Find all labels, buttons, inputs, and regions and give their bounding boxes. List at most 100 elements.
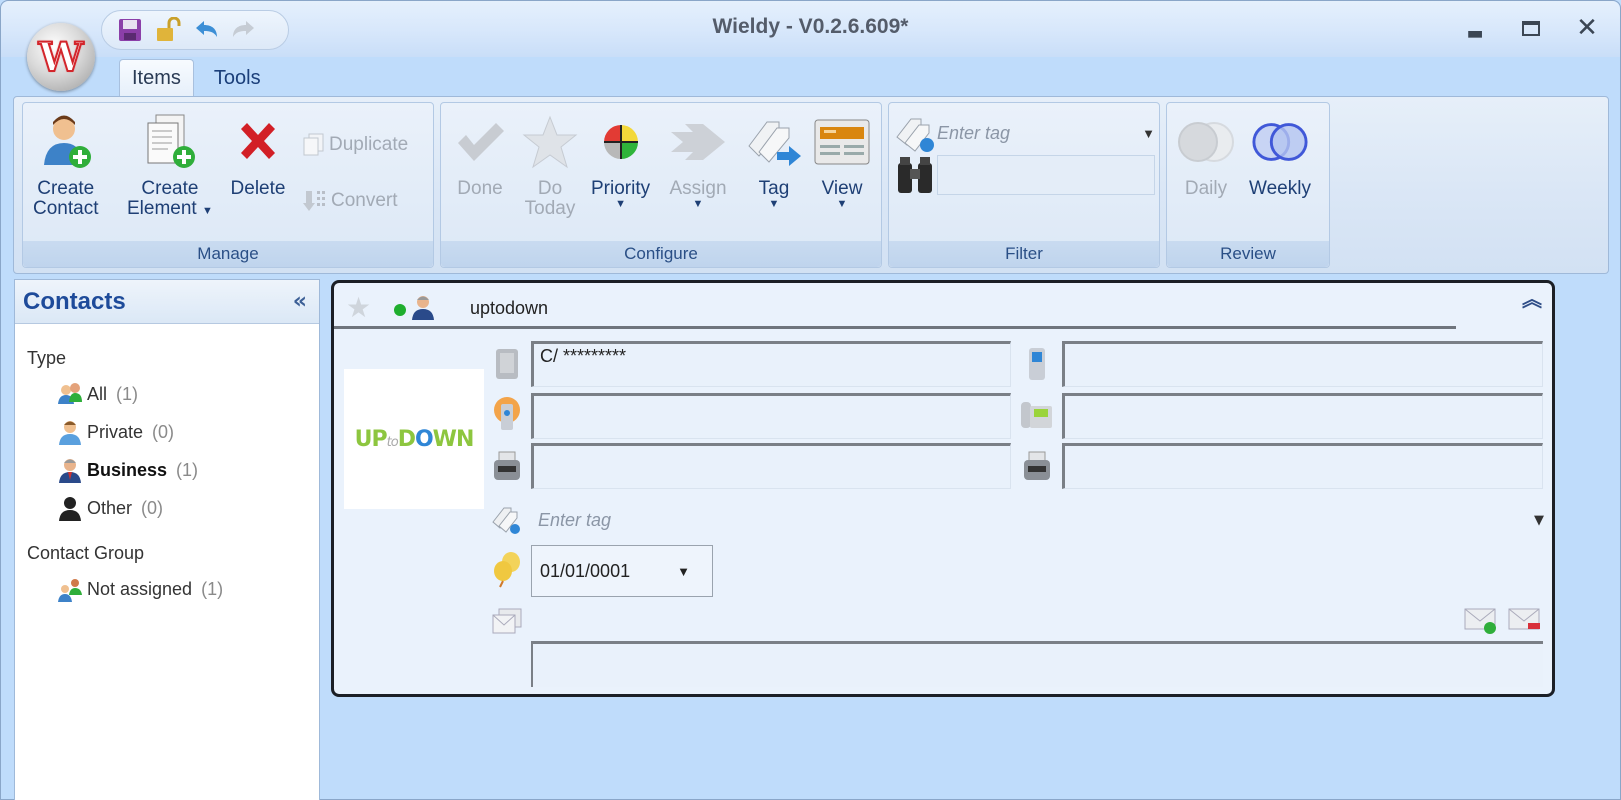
sidebar-item-all[interactable]: All (1) bbox=[57, 375, 319, 413]
tab-items[interactable]: Items bbox=[119, 59, 194, 97]
delete-x-icon bbox=[229, 113, 287, 171]
delete-button[interactable]: Delete bbox=[229, 113, 287, 199]
ribbon-group-configure: Done Do Today Priority ▼ Assign ▼ Tag ▼ … bbox=[440, 102, 882, 268]
tag-button[interactable]: Tag ▼ bbox=[745, 113, 803, 210]
wieldy-orb-icon: W bbox=[38, 33, 85, 82]
weekly-review-button[interactable]: Weekly bbox=[1249, 113, 1311, 199]
sidebar-item-not-assigned[interactable]: Not assigned (1) bbox=[57, 570, 319, 608]
sidebar-item-other[interactable]: Other (0) bbox=[57, 489, 319, 527]
web-field[interactable] bbox=[531, 393, 1011, 439]
app-window: Wieldy - V0.2.6.609* ▬ ✕ W Items Tools C… bbox=[0, 0, 1621, 800]
minimize-icon: ▬ bbox=[1466, 22, 1484, 44]
weekly-circles-icon bbox=[1251, 113, 1309, 171]
group-label-filter: Filter bbox=[889, 241, 1159, 267]
duplicate-button[interactable]: Duplicate bbox=[303, 133, 408, 157]
add-document-icon bbox=[141, 113, 199, 171]
contact-logo[interactable]: UPtoDOWN bbox=[344, 369, 484, 509]
ribbon-group-review: Daily Weekly Review bbox=[1166, 102, 1330, 268]
filter-tag-input[interactable]: Enter tag bbox=[937, 123, 1010, 144]
group-label-manage: Manage bbox=[23, 241, 433, 267]
birthday-balloons-icon bbox=[490, 551, 524, 589]
dropdown-arrow-icon: ▼ bbox=[692, 198, 704, 210]
create-element-button[interactable]: Create Element ▼ bbox=[127, 113, 213, 219]
favorite-star-icon[interactable]: ★ bbox=[346, 291, 371, 324]
group-people-icon bbox=[58, 383, 82, 404]
minimize-button[interactable]: ▬ bbox=[1460, 13, 1490, 44]
app-menu-button[interactable]: W bbox=[27, 23, 95, 91]
star-icon bbox=[521, 113, 579, 171]
assign-arrow-icon bbox=[669, 113, 727, 171]
filter-tag-combobox[interactable]: Enter tag ▼ bbox=[937, 119, 1155, 147]
building-icon bbox=[490, 345, 524, 383]
contact-tag-input[interactable]: Enter tag bbox=[538, 510, 611, 531]
tag-filter-icon bbox=[895, 115, 937, 159]
contact-tag-combobox[interactable]: Enter tag ▼ bbox=[534, 505, 1544, 535]
private-person-icon bbox=[59, 421, 81, 445]
notes-mail-icon bbox=[490, 603, 524, 641]
daily-review-button[interactable]: Daily bbox=[1177, 113, 1235, 199]
address-field[interactable]: C/ ********* bbox=[531, 341, 1011, 387]
dropdown-arrow-icon: ▼ bbox=[768, 198, 780, 210]
email-field[interactable] bbox=[531, 641, 1543, 687]
group-label-review: Review bbox=[1167, 241, 1329, 267]
business-person-icon bbox=[412, 296, 434, 320]
fax-icon bbox=[490, 447, 524, 485]
remove-email-button[interactable] bbox=[1508, 607, 1540, 633]
dropdown-arrow-icon[interactable]: ▼ bbox=[677, 564, 690, 579]
contacts-sidebar: Contacts « Type All (1) Private (0) Busine… bbox=[14, 279, 320, 800]
dropdown-arrow-icon: ▼ bbox=[201, 205, 213, 217]
maximize-icon bbox=[1522, 20, 1540, 36]
sidebar-item-business[interactable]: Business (1) bbox=[57, 451, 319, 489]
contact-card: ★ uptodown ︽ UPtoDOWN C/ ********* Enter… bbox=[331, 280, 1555, 697]
assign-button[interactable]: Assign ▼ bbox=[669, 113, 727, 210]
date-value: 01/01/0001 bbox=[540, 560, 631, 581]
priority-button[interactable]: Priority ▼ bbox=[591, 113, 650, 210]
dropdown-arrow-icon: ▼ bbox=[836, 198, 848, 210]
do-today-button[interactable]: Do Today bbox=[521, 113, 579, 219]
convert-icon bbox=[303, 191, 325, 211]
name-underline bbox=[334, 326, 1456, 329]
add-contact-icon bbox=[37, 113, 95, 171]
create-contact-button[interactable]: Create Contact bbox=[33, 113, 98, 219]
fax2-field[interactable] bbox=[1062, 443, 1543, 489]
dropdown-arrow-icon[interactable]: ▼ bbox=[1534, 513, 1544, 528]
add-email-button[interactable] bbox=[1464, 607, 1496, 634]
web-icon bbox=[490, 395, 524, 433]
view-layout-icon bbox=[813, 113, 871, 171]
other-person-icon bbox=[59, 497, 81, 521]
collapse-card-icon[interactable]: ︽ bbox=[1522, 289, 1542, 309]
sidebar-item-private[interactable]: Private (0) bbox=[57, 413, 319, 451]
convert-button[interactable]: Convert bbox=[303, 189, 398, 213]
close-icon: ✕ bbox=[1576, 13, 1598, 43]
tag-icon bbox=[490, 501, 524, 539]
mobile-phone-icon bbox=[1020, 345, 1054, 383]
date-picker[interactable]: 01/01/0001 ▼ bbox=[531, 545, 713, 597]
group-label-configure: Configure bbox=[441, 241, 881, 267]
ribbon: Create Contact Create Element ▼ Delete D… bbox=[13, 96, 1609, 274]
collapse-sidebar-icon[interactable]: « bbox=[293, 289, 307, 314]
daily-circles-icon bbox=[1177, 113, 1235, 171]
desk-phone-icon bbox=[1020, 395, 1054, 433]
ribbon-group-filter: Enter tag ▼ Filter bbox=[888, 102, 1160, 268]
fax-field[interactable] bbox=[531, 443, 1011, 489]
dropdown-arrow-icon[interactable]: ▼ bbox=[1142, 126, 1155, 141]
sidebar-header: Contacts « bbox=[15, 280, 319, 324]
contact-card-header: ★ uptodown ︽ bbox=[334, 283, 1552, 327]
binoculars-icon bbox=[895, 155, 935, 199]
dropdown-arrow-icon: ▼ bbox=[615, 198, 626, 210]
filter-search-input[interactable] bbox=[937, 155, 1155, 195]
ribbon-group-manage: Create Contact Create Element ▼ Delete D… bbox=[22, 102, 434, 268]
view-button[interactable]: View ▼ bbox=[813, 113, 871, 210]
mobile-field[interactable] bbox=[1062, 341, 1543, 387]
tag-icon bbox=[745, 113, 803, 171]
phone-field[interactable] bbox=[1062, 393, 1543, 439]
maximize-button[interactable] bbox=[1516, 13, 1546, 43]
done-button[interactable]: Done bbox=[451, 113, 509, 199]
contact-name[interactable]: uptodown bbox=[470, 298, 548, 319]
mail-remove-icon bbox=[1508, 608, 1540, 630]
contact-group-section-label: Contact Group bbox=[27, 543, 145, 563]
fax-icon bbox=[1020, 447, 1054, 485]
close-button[interactable]: ✕ bbox=[1572, 13, 1602, 43]
group-people-icon bbox=[58, 579, 82, 602]
tab-tools[interactable]: Tools bbox=[202, 59, 273, 97]
